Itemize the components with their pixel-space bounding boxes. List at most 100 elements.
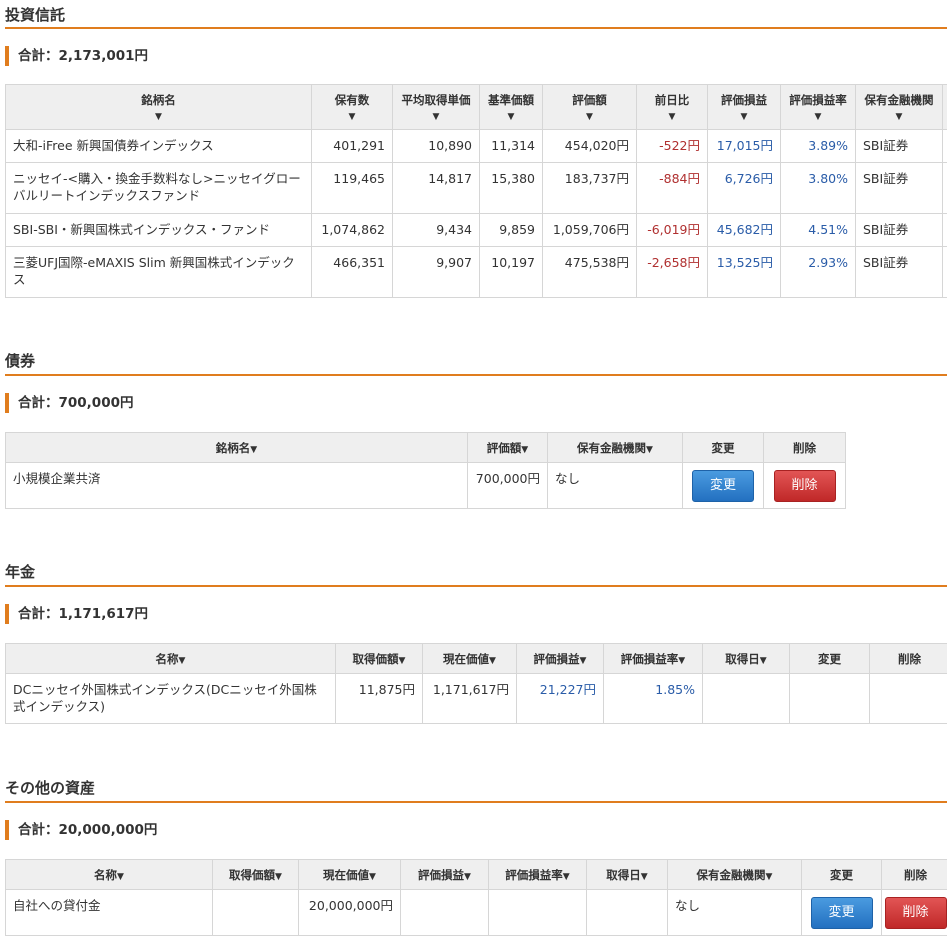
sort-arrow-icon: ▼ [398, 655, 406, 666]
col-header-name[interactable]: 銘柄名▼ [5, 432, 468, 463]
col-header-gain-rate[interactable]: 評価損益率▼ [603, 643, 703, 674]
fund-gain: 17,015円 [707, 129, 781, 163]
other-gain-rate [488, 889, 587, 936]
fund-overflow [942, 162, 947, 214]
fund-base-price: 9,859 [479, 213, 543, 247]
edit-button[interactable]: 変更 [692, 469, 754, 502]
col-header-base-price[interactable]: 基準価額 ▼ [479, 84, 543, 130]
fund-name: 三菱UFJ国際-eMAXIS Slim 新興国株式インデックス [5, 246, 312, 298]
col-header-edit: 変更 [789, 643, 870, 674]
col-header-institution[interactable]: 保有金融機関▼ [667, 859, 802, 890]
sort-arrow-icon: ▼ [765, 871, 773, 882]
fund-institution: SBI証券 [855, 162, 943, 214]
other-title: その他の資産 [5, 779, 96, 797]
pension-divider [5, 585, 947, 587]
col-header-current[interactable]: 現在価値▼ [298, 859, 401, 890]
funds-table: 銘柄名 ▼ 保有数 ▼ 平均取得単価 ▼ 基準価額 ▼ 評価額 ▼ 前日比 ▼ 評価損益 ▼ … [5, 84, 947, 298]
sort-arrow-icon: ▼ [668, 112, 676, 122]
fund-value: 454,020円 [542, 129, 637, 163]
col-header-delete: 削除 [881, 859, 947, 890]
pension-table: 名称▼ 取得価額▼ 現在価値▼ 評価損益▼ 評価損益率▼ 取得日▼ 変更 削除 … [5, 643, 947, 724]
col-header-gain[interactable]: 評価損益▼ [400, 859, 489, 890]
fund-base-price: 10,197 [479, 246, 543, 298]
col-header-institution[interactable]: 保有金融機関▼ [547, 432, 683, 463]
pension-gain-rate: 1.85% [603, 673, 703, 724]
pension-edit-cell [789, 673, 870, 724]
table-row: 三菱UFJ国際-eMAXIS Slim 新興国株式インデックス 466,351 … [5, 246, 947, 298]
pension-current: 1,171,617円 [422, 673, 517, 724]
bonds-table: 銘柄名▼ 評価額▼ 保有金融機関▼ 変更 削除 小規模企業共済 700,000円… [5, 432, 846, 509]
fund-value: 1,059,706円 [542, 213, 637, 247]
table-row: ニッセイ-<購入・換金手数料なし>ニッセイグローバルリートインデックスファンド … [5, 162, 947, 214]
fund-qty: 401,291 [311, 129, 393, 163]
col-header-current[interactable]: 現在価値▼ [422, 643, 517, 674]
col-header-edit: 変更 [682, 432, 764, 463]
fund-overflow [942, 246, 947, 298]
col-header-gain[interactable]: 評価損益▼ [707, 84, 781, 130]
bonds-total: 合計：700,000円 [5, 393, 134, 413]
fund-qty: 466,351 [311, 246, 393, 298]
sort-arrow-icon: ▼ [521, 444, 529, 455]
fund-day-change: -2,658円 [636, 246, 708, 298]
col-header-qty[interactable]: 保有数 ▼ [311, 84, 393, 130]
col-header-date[interactable]: 取得日▼ [586, 859, 668, 890]
fund-institution: SBI証券 [855, 129, 943, 163]
col-header-gain[interactable]: 評価損益▼ [516, 643, 604, 674]
fund-name: SBI-SBI・新興国株式インデックス・ファンド [5, 213, 312, 247]
sort-arrow-icon: ▼ [507, 112, 515, 122]
edit-button[interactable]: 変更 [810, 896, 873, 929]
pension-date [702, 673, 790, 724]
other-cost [212, 889, 299, 936]
pension-delete-cell [869, 673, 947, 724]
sort-arrow-icon: ▼ [464, 871, 471, 882]
sort-arrow-icon: ▼ [586, 112, 593, 122]
fund-gain-rate: 3.80% [780, 162, 856, 214]
delete-button[interactable]: 削除 [884, 896, 947, 929]
fund-institution: SBI証券 [855, 246, 943, 298]
other-section: その他の資産 合計：20,000,000円 名称▼ 取得価額▼ 現在価値▼ 評価… [0, 772, 947, 947]
col-header-gain-rate[interactable]: 評価損益率▼ [780, 84, 856, 130]
col-header-institution[interactable]: 保有金融機関▼ [855, 84, 943, 130]
sort-arrow-icon: ▼ [759, 655, 767, 666]
fund-gain-rate: 2.93% [780, 246, 856, 298]
col-header-avg-cost[interactable]: 平均取得単価 ▼ [392, 84, 480, 130]
col-header-name[interactable]: 名称▼ [5, 859, 213, 890]
table-row: 自社への貸付金 20,000,000円 なし 変更 削除 [5, 889, 947, 936]
delete-button[interactable]: 削除 [773, 469, 836, 502]
col-header-day-change[interactable]: 前日比 ▼ [636, 84, 708, 130]
fund-avg-cost: 9,434 [392, 213, 480, 247]
col-header-delete: 削除 [869, 643, 947, 674]
sort-arrow-icon: ▼ [678, 655, 686, 666]
pension-total: 合計：1,171,617円 [5, 604, 148, 624]
other-date [586, 889, 668, 936]
sort-arrow-icon: ▼ [432, 112, 440, 122]
table-row: 大和-iFree 新興国債券インデックス 401,291 10,890 11,3… [5, 129, 947, 163]
other-name: 自社への貸付金 [5, 889, 213, 936]
pension-name: DCニッセイ外国株式インデックス(DCニッセイ外国株式インデックス) [5, 673, 336, 724]
col-header-name[interactable]: 名称▼ [5, 643, 336, 674]
fund-gain-rate: 3.89% [780, 129, 856, 163]
col-header-value[interactable]: 評価額▼ [467, 432, 548, 463]
table-row: DCニッセイ外国株式インデックス(DCニッセイ外国株式インデックス) 11,87… [5, 673, 947, 724]
col-header-cost[interactable]: 取得価額▼ [212, 859, 299, 890]
funds-divider [5, 27, 947, 29]
col-header-gain-rate[interactable]: 評価損益率▼ [488, 859, 587, 890]
fund-qty: 119,465 [311, 162, 393, 214]
other-total: 合計：20,000,000円 [5, 820, 157, 840]
fund-avg-cost: 14,817 [392, 162, 480, 214]
sort-arrow-icon: ▼ [489, 655, 496, 666]
sort-arrow-icon: ▼ [178, 655, 186, 666]
col-header-value[interactable]: 評価額▼ [542, 84, 637, 130]
bond-institution: なし [547, 462, 683, 509]
sort-arrow-icon: ▼ [348, 112, 356, 122]
fund-name: ニッセイ-<購入・換金手数料なし>ニッセイグローバルリートインデックスファンド [5, 162, 312, 214]
sort-arrow-icon: ▼ [814, 112, 822, 122]
col-header-cost[interactable]: 取得価額▼ [335, 643, 423, 674]
col-header-name[interactable]: 銘柄名▼ [5, 84, 312, 130]
fund-day-change: -884円 [636, 162, 708, 214]
fund-avg-cost: 9,907 [392, 246, 480, 298]
other-table: 名称▼ 取得価額▼ 現在価値▼ 評価損益▼ 評価損益率▼ 取得日▼ 保有金融機関… [5, 859, 947, 936]
bonds-title: 債券 [5, 352, 36, 370]
sort-arrow-icon: ▼ [740, 112, 748, 122]
col-header-date[interactable]: 取得日▼ [702, 643, 790, 674]
